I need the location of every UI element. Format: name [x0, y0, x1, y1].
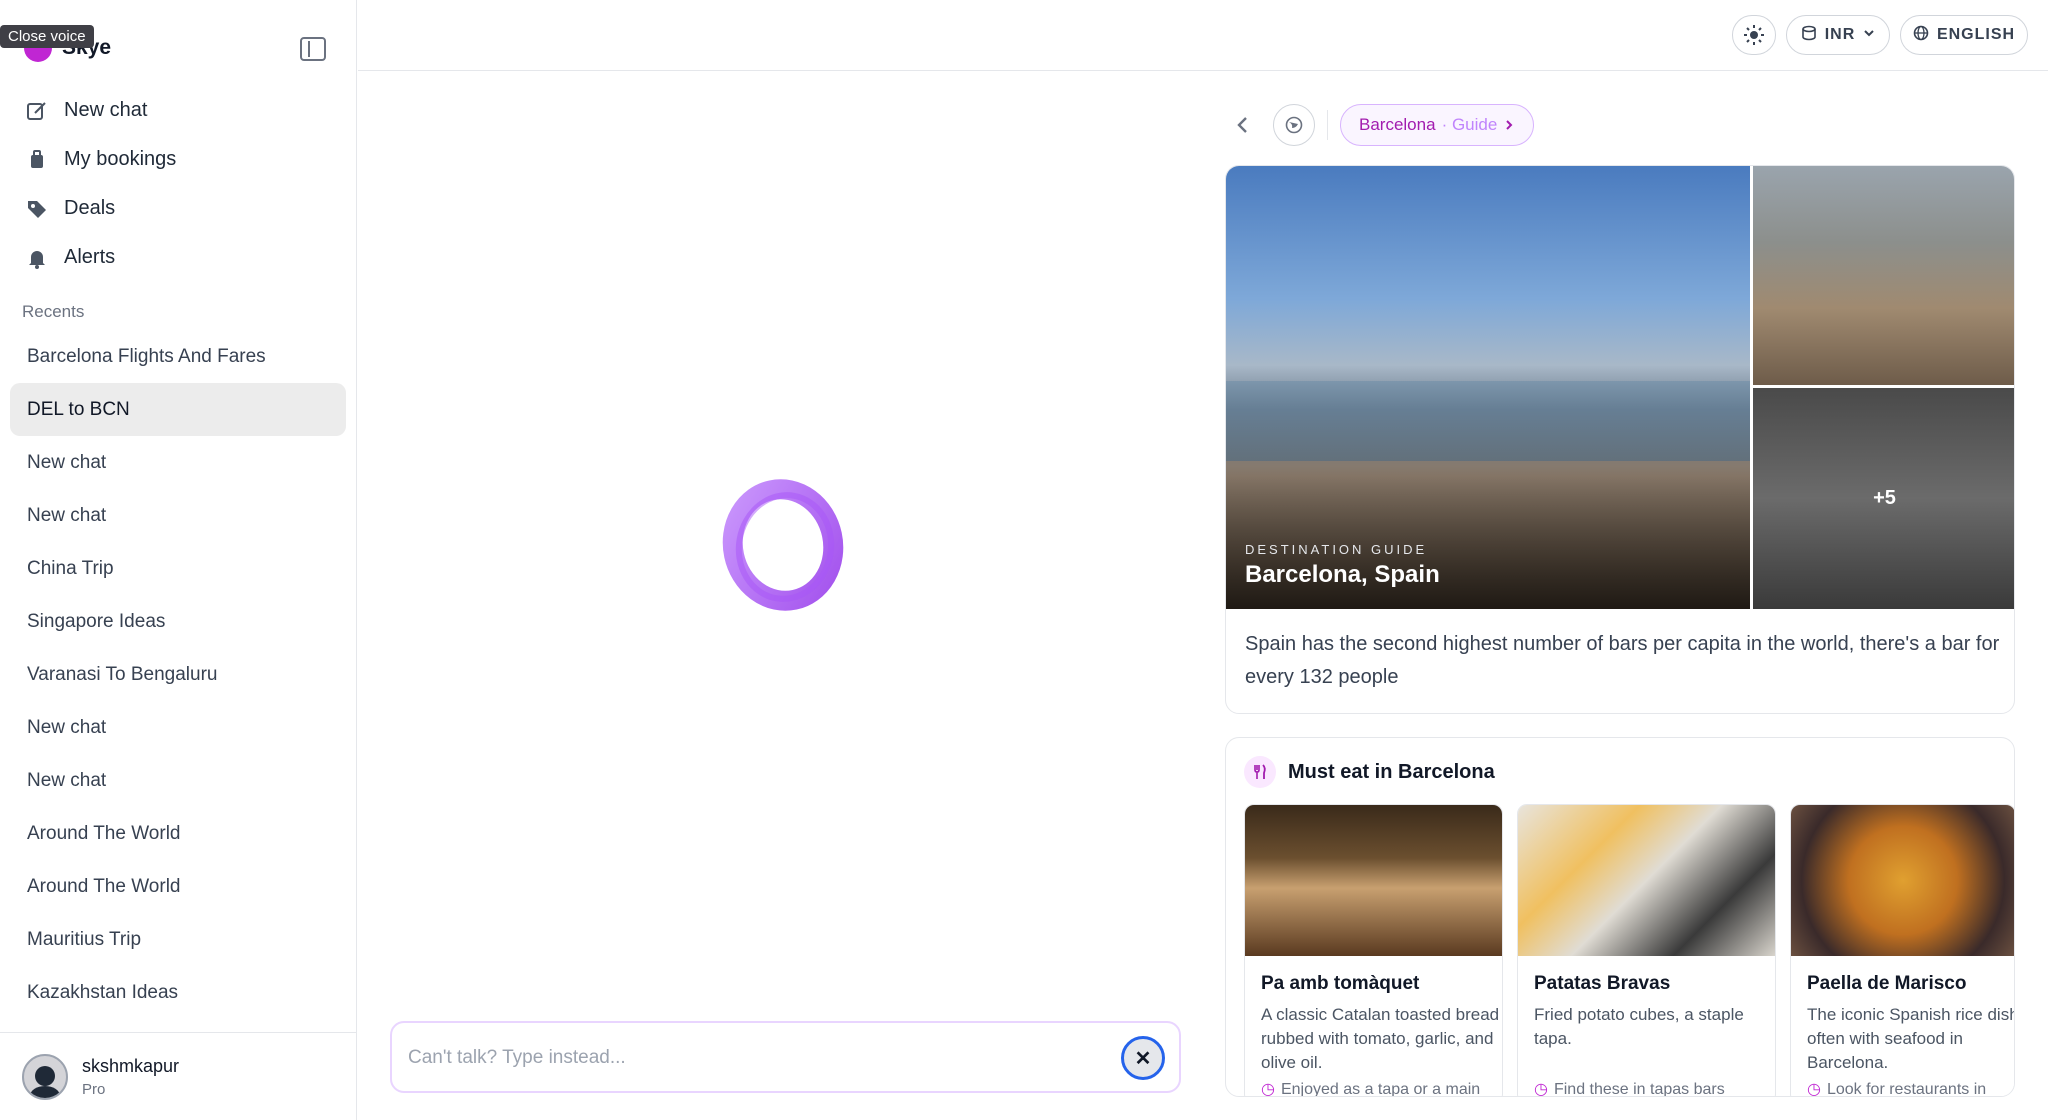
dish-tip: ◷ Enjoyed as a tapa or a main — [1261, 1079, 1501, 1097]
destination-guide-card[interactable]: DESTINATION GUIDE Barcelona, Spain +5 Sp… — [1225, 165, 2015, 714]
recent-chat-item[interactable]: Mauritius Trip — [10, 913, 346, 966]
gallery-thumbnail[interactable] — [1753, 166, 2014, 385]
recent-chat-item[interactable]: Kazakhstan Ideas — [10, 966, 346, 1019]
dish-tip-text: Look for restaurants in — [1826, 1081, 1987, 1097]
nav-item-my-bookings[interactable]: My bookings — [0, 135, 357, 184]
clock-icon: ◷ — [1261, 1081, 1275, 1097]
recent-chat-item[interactable]: Around The World — [10, 860, 346, 913]
topbar: INR ENGLISH — [358, 0, 2048, 71]
must-eat-header: Must eat in Barcelona — [1244, 756, 1495, 788]
nav-item-new-chat[interactable]: New chat — [0, 86, 357, 135]
main-nav: New chat My bookings Deals Alerts — [0, 86, 357, 282]
type-instead-box: ✕ — [390, 1021, 1181, 1093]
dish-card[interactable]: Paella de Marisco The iconic Spanish ric… — [1790, 804, 2015, 1097]
recents-list: Barcelona Flights And Fares DEL to BCN New… — [10, 330, 346, 1019]
voice-visualizer — [722, 479, 844, 611]
dish-tip-text: Enjoyed as a tapa or a main — [1280, 1081, 1481, 1097]
dish-tip: ◷ Find these in tapas bars across the cit… — [1534, 1079, 1774, 1097]
nav-label: My bookings — [64, 148, 177, 170]
dish-description: Fried potato cubes, a staple tapa. — [1534, 1005, 1744, 1048]
recent-chat-item[interactable]: New chat — [10, 436, 346, 489]
sun-icon — [1744, 25, 1764, 45]
recent-chat-item[interactable]: Singapore Ideas — [10, 595, 346, 648]
crumb-city: Barcelona — [1359, 115, 1436, 134]
chevron-left-icon — [1237, 117, 1247, 133]
dish-description: The iconic Spanish rice dish often with … — [1807, 1005, 2015, 1072]
user-name: skshmkapur — [82, 1055, 180, 1076]
guide-label: DESTINATION GUIDE — [1245, 542, 1428, 557]
explore-button[interactable] — [1273, 104, 1315, 146]
dish-image — [1791, 805, 2014, 956]
language-selector[interactable]: ENGLISH — [1900, 15, 2028, 55]
recents-heading: Recents — [22, 302, 85, 321]
must-eat-card: Must eat in Barcelona Pa amb tomàquet A … — [1225, 737, 2015, 1097]
dish-image — [1518, 805, 1775, 956]
globe-icon — [1913, 25, 1929, 46]
chevron-right-icon — [1506, 120, 1513, 130]
recent-chat-item[interactable]: DEL to BCN — [10, 383, 346, 436]
recent-chat-item[interactable]: Around The World — [10, 807, 346, 860]
recent-chat-item[interactable]: New chat — [10, 701, 346, 754]
gallery-more-thumbnail[interactable]: +5 — [1753, 388, 2014, 609]
globe-icon — [1285, 116, 1303, 134]
user-plan: Pro — [82, 1080, 106, 1098]
close-voice-button[interactable]: ✕ — [1121, 1036, 1165, 1080]
bell-icon — [26, 247, 48, 269]
close-voice-tooltip: Close voice — [0, 25, 94, 48]
clock-icon: ◷ — [1807, 1081, 1821, 1097]
sidebar: Close voice Skye New chat My bookings De… — [0, 0, 357, 1120]
clock-icon: ◷ — [1534, 1081, 1548, 1097]
fork-knife-icon — [1244, 756, 1276, 788]
dish-card[interactable]: Patatas Bravas Fried potato cubes, a sta… — [1517, 804, 1776, 1097]
close-icon: ✕ — [1134, 1047, 1152, 1070]
tag-icon — [26, 198, 48, 220]
more-photos-count: +5 — [1873, 487, 1896, 509]
nav-item-alerts[interactable]: Alerts — [0, 233, 357, 282]
currency-value: INR — [1824, 26, 1856, 43]
user-profile[interactable]: skshmkapur Pro — [0, 1032, 357, 1120]
dish-name: Pa amb tomàquet — [1261, 973, 1420, 994]
must-eat-title: Must eat in Barcelona — [1288, 760, 1495, 783]
dish-tip-text: Find these in tapas bars across the city… — [1553, 1081, 1725, 1097]
guide-title: Barcelona, Spain — [1245, 561, 1440, 588]
edit-icon — [26, 100, 48, 122]
nav-label: Alerts — [64, 246, 116, 268]
dish-name: Paella de Marisco — [1807, 973, 1967, 994]
dish-description: A classic Catalan toasted bread rubbed w… — [1261, 1005, 1500, 1072]
language-value: ENGLISH — [1936, 26, 2016, 43]
chevron-down-icon — [1863, 26, 1875, 44]
dish-tip: ◷ Look for restaurants in — [1807, 1079, 2014, 1097]
back-button[interactable] — [1225, 107, 1261, 143]
fun-fact: Spain has the second highest number of b… — [1245, 633, 2000, 688]
recent-chat-item[interactable]: New chat — [10, 489, 346, 542]
avatar — [22, 1053, 68, 1100]
nav-label: Deals — [64, 197, 116, 219]
guide-breadcrumb: Barcelona · Guide — [1225, 103, 1535, 147]
crumb-type: · Guide — [1441, 115, 1498, 134]
nav-label: New chat — [64, 99, 148, 121]
currency-selector[interactable]: INR — [1786, 15, 1890, 55]
dish-name: Patatas Bravas — [1534, 973, 1671, 994]
divider — [1327, 110, 1328, 140]
dish-card[interactable]: Pa amb tomàquet A classic Catalan toaste… — [1244, 804, 1503, 1097]
recent-chat-item[interactable]: China Trip — [10, 542, 346, 595]
collapse-sidebar-icon[interactable] — [300, 37, 326, 61]
recent-chat-item[interactable]: New chat — [10, 754, 346, 807]
luggage-icon — [26, 149, 48, 171]
theme-toggle-button[interactable] — [1732, 15, 1776, 55]
recent-chat-item[interactable]: Varanasi To Bengaluru — [10, 648, 346, 701]
coins-icon — [1801, 25, 1817, 46]
recent-chat-item[interactable]: Barcelona Flights And Fares — [10, 330, 346, 383]
dish-image — [1245, 805, 1502, 956]
type-instead-input[interactable] — [408, 1043, 1088, 1073]
breadcrumb-barcelona-guide[interactable]: Barcelona · Guide — [1340, 104, 1535, 146]
nav-item-deals[interactable]: Deals — [0, 184, 357, 233]
